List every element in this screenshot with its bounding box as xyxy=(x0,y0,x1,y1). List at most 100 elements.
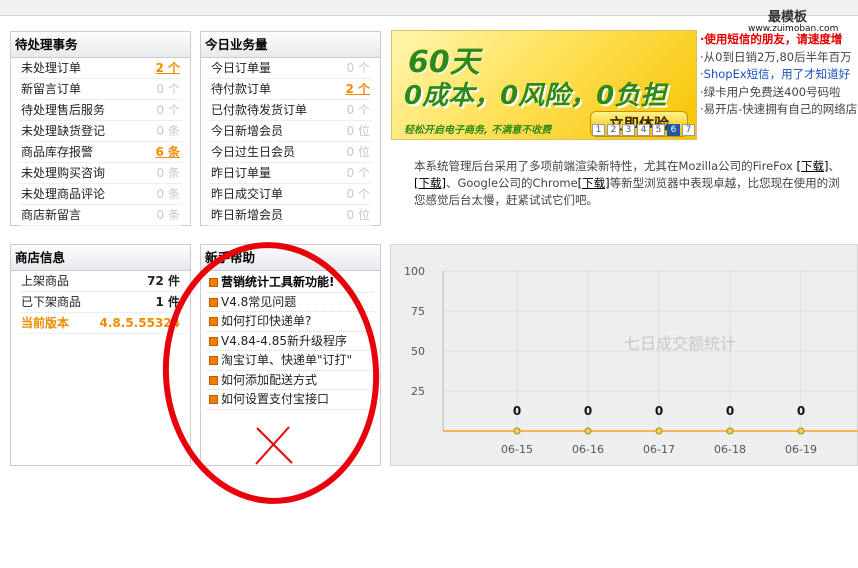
banner-page-button[interactable]: 2 xyxy=(607,124,620,136)
shop-list: 上架商品 72 件已下架商品 1 件当前版本 4.8.5.55324 xyxy=(11,271,190,334)
shop-row-value: 4.8.5.55324 xyxy=(99,316,180,330)
y-tick-label: 100 xyxy=(404,265,425,278)
shop-row-label: 已下架商品 xyxy=(21,295,82,309)
bullet-icon xyxy=(209,278,218,287)
today-list: 今日订单量 0 个待付款订单 2 个已付款待发货订单 0 个今日新增会员 0 位今日过生… xyxy=(201,58,380,226)
browser-intro: 本系统管理后台采用了多项前端渲染新特性，尤其在Mozilla公司的FireFox… xyxy=(414,158,858,209)
news-item[interactable]: ·ShopEx短信，用了才知道好 xyxy=(700,66,858,84)
pending-row[interactable]: 未处理购买咨询 0 条 xyxy=(19,163,182,184)
banner-page-button[interactable]: 4 xyxy=(637,124,650,136)
shop-row-value: 72 件 xyxy=(147,274,180,288)
x-tick-label: 06-19 xyxy=(785,443,817,456)
shop-row-label: 上架商品 xyxy=(21,274,70,288)
today-row-value[interactable]: 2 个 xyxy=(345,79,370,100)
banner-page-button[interactable]: 6 xyxy=(667,124,680,136)
news-item[interactable]: ·绿卡用户免费送400号码啦 xyxy=(700,84,858,102)
chrome-download-link[interactable]: [下载] xyxy=(578,176,610,190)
help-link[interactable]: 如何打印快递单? xyxy=(207,312,374,332)
sales-chart-svg: 100 75 50 25 06-15 06-16 06-17 06-18 06-19 0 0 0 0 0 xyxy=(404,265,858,456)
today-row[interactable]: 今日订单量 0 个 xyxy=(209,58,372,79)
today-row[interactable]: 待付款订单 2 个 xyxy=(209,79,372,100)
today-row[interactable]: 今日新增会员 0 位 xyxy=(209,121,372,142)
help-link-label: 如何打印快递单? xyxy=(221,314,312,328)
x-tick-label: 06-15 xyxy=(501,443,533,456)
help-link-label: V4.8常见问题 xyxy=(221,294,297,309)
news-item[interactable]: ·易开店-快速拥有自己的网络店 xyxy=(700,101,858,119)
news-item[interactable]: ·使用短信的朋友，请速度增 xyxy=(700,31,858,49)
pending-row[interactable]: 待处理售后服务 0 个 xyxy=(19,100,182,121)
help-panel: 新手帮助 营销统计工具新功能! V4.8常见问题如何打印快递单? V4.84-4.8… xyxy=(200,244,381,466)
help-link-label: 营销统计工具新功能! xyxy=(221,275,335,289)
data-label: 0 xyxy=(726,404,734,418)
today-row[interactable]: 昨日订单量 0 个 xyxy=(209,163,372,184)
intro-text: 本系统管理后台采用了多项前端渲染新特性，尤其在Mozilla公司的FireFox xyxy=(414,159,797,173)
pending-row-value: 0 条 xyxy=(156,208,180,222)
pending-row-value[interactable]: 6 条 xyxy=(155,142,180,163)
today-row-label: 昨日新增会员 xyxy=(211,208,284,222)
intro-text: 、Google公司的Chrome xyxy=(445,176,578,190)
shop-title: 商店信息 xyxy=(11,245,190,271)
pending-row-label: 商品库存报警 xyxy=(21,145,94,159)
pending-row[interactable]: 商店新留言 0 条 xyxy=(19,205,182,226)
pending-row-value: 0 条 xyxy=(156,124,180,138)
banner-page-button[interactable]: 5 xyxy=(652,124,665,136)
pending-row-value: 0 个 xyxy=(156,103,180,117)
bullet-icon xyxy=(209,297,218,307)
news-item[interactable]: ·从0到日销2万,80后半年百万 xyxy=(700,49,858,67)
data-point xyxy=(797,427,805,435)
today-row[interactable]: 已付款待发货订单 0 个 xyxy=(209,100,372,121)
data-label: 0 xyxy=(797,404,805,418)
banner-page-button[interactable]: 1 xyxy=(592,124,605,136)
pending-row[interactable]: 未处理订单 2 个 xyxy=(19,58,182,79)
pending-row[interactable]: 未处理商品评论 0 条 xyxy=(19,184,182,205)
bullet-icon xyxy=(209,336,218,346)
today-row-label: 昨日成交订单 xyxy=(211,187,284,201)
promo-banner[interactable]: 60天 0成本，0风险，0负担 轻松开启电子商务, 不满意不收费 立即体验 12… xyxy=(391,30,697,140)
help-link[interactable]: 淘宝订单、快递单"订打" xyxy=(207,351,374,371)
bullet-icon xyxy=(209,356,218,365)
today-row[interactable]: 今日过生日会员 0 位 xyxy=(209,142,372,163)
pending-row-label: 未处理商品评论 xyxy=(21,187,106,201)
help-link[interactable]: 营销统计工具新功能! xyxy=(207,273,374,293)
help-link[interactable]: 如何设置支付宝接口 xyxy=(207,390,374,410)
news-list: ·使用短信的朋友，请速度增 ·从0到日销2万,80后半年百万 ·ShopEx短信… xyxy=(700,31,858,119)
help-link[interactable]: V4.8常见问题 xyxy=(207,293,374,312)
pending-row[interactable]: 未处理缺货登记 0 条 xyxy=(19,121,182,142)
y-tick-label: 25 xyxy=(411,385,425,398)
data-point xyxy=(726,427,734,435)
today-row-label: 已付款待发货订单 xyxy=(211,103,308,117)
pending-row-value: 0 条 xyxy=(156,187,180,201)
pending-row-label: 待处理售后服务 xyxy=(21,103,106,117)
banner-page-button[interactable]: 3 xyxy=(622,124,635,136)
help-link[interactable]: 如何添加配送方式 xyxy=(207,371,374,390)
x-tick-label: 06-17 xyxy=(643,443,675,456)
help-link-label: 如何设置支付宝接口 xyxy=(221,392,330,406)
pending-row-label: 未处理缺货登记 xyxy=(21,124,106,138)
pending-row-label: 新留言订单 xyxy=(21,82,82,96)
pending-row[interactable]: 新留言订单 0 个 xyxy=(19,79,182,100)
y-tick-label: 50 xyxy=(411,345,425,358)
today-row-value: 0 个 xyxy=(346,61,370,75)
opera-download-link[interactable]: [下载] xyxy=(414,176,446,190)
firefox-download-link[interactable]: [下载] xyxy=(797,159,829,173)
shop-row: 已下架商品 1 件 xyxy=(19,292,182,313)
today-row-value: 0 位 xyxy=(346,208,370,222)
pending-row[interactable]: 商品库存报警 6 条 xyxy=(19,142,182,163)
x-tick-label: 06-18 xyxy=(714,443,746,456)
banner-slogan: 0成本，0风险，0负担 xyxy=(404,81,667,111)
pending-row-value: 0 个 xyxy=(156,82,180,96)
help-link-label: 如何添加配送方式 xyxy=(221,372,318,387)
today-row[interactable]: 昨日成交订单 0 个 xyxy=(209,184,372,205)
sales-chart: 100 75 50 25 06-15 06-16 06-17 06-18 06-19 0 0 0 0 0 xyxy=(390,244,858,466)
help-list: 营销统计工具新功能! V4.8常见问题如何打印快递单? V4.84-4.85新升级程… xyxy=(201,271,380,410)
pending-row-value[interactable]: 2 个 xyxy=(155,58,180,79)
pending-row-label: 未处理订单 xyxy=(21,61,82,75)
banner-page-button[interactable]: 7 xyxy=(682,124,695,136)
data-point xyxy=(655,427,663,435)
shop-row-value: 1 件 xyxy=(155,295,180,309)
today-row[interactable]: 昨日新增会员 0 位 xyxy=(209,205,372,226)
intro-text: 等新型浏览器中表现卓越，比您现在使用的浏 xyxy=(609,176,840,190)
y-tick-label: 75 xyxy=(411,305,425,318)
help-link[interactable]: V4.84-4.85新升级程序 xyxy=(207,332,374,351)
help-title: 新手帮助 xyxy=(201,245,380,271)
